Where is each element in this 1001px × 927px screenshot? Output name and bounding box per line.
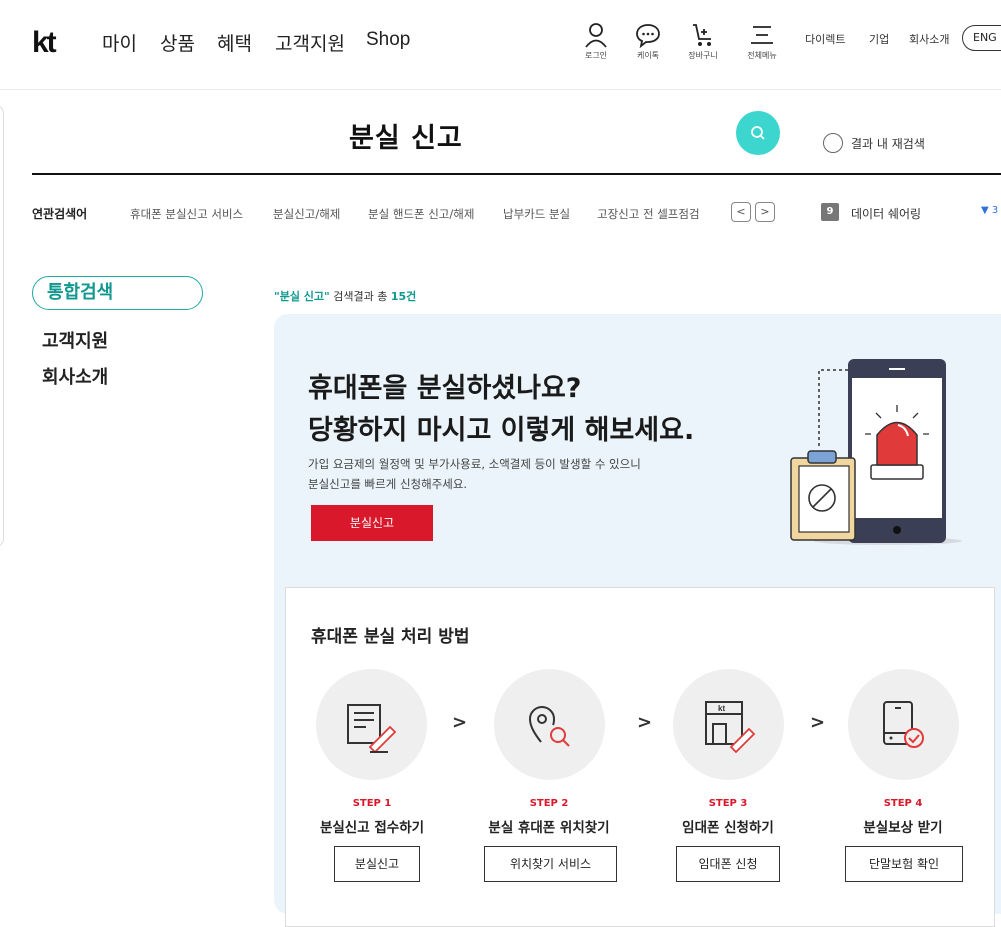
link-company[interactable]: 회사소개 (909, 31, 949, 47)
all-menu-button[interactable]: 전체메뉴 (736, 22, 788, 61)
phone-check-icon (883, 701, 924, 748)
side-panel-edge (0, 104, 4, 548)
related-keyword[interactable]: 납부카드 분실 (503, 206, 570, 222)
gnb-item-benefits[interactable]: 혜택 (217, 29, 252, 56)
research-in-results[interactable]: 결과 내 재검색 (823, 133, 925, 153)
step2-number: STEP 2 (529, 798, 569, 809)
step4-name: 분실보상 받기 (863, 820, 943, 836)
login-label: 로그인 (584, 51, 608, 60)
step2-button[interactable]: 위치찾기 서비스 (484, 846, 617, 882)
svg-text:kt: kt (718, 704, 725, 713)
step1-icon-circle (316, 669, 427, 780)
step3-button[interactable]: 임대폰 신청 (676, 846, 780, 882)
result-count: 15건 (390, 290, 417, 303)
related-next-button[interactable]: > (755, 202, 775, 222)
related-keyword[interactable]: 고장신고 전 셀프점검 (597, 206, 700, 222)
location-search-icon (528, 706, 570, 747)
menu-icon (751, 26, 773, 44)
link-direct[interactable]: 다이렉트 (805, 31, 845, 47)
banner-description-line1: 가입 요금제의 월정액 및 부가사용료, 소액결제 등이 발생할 수 있으니 (308, 457, 641, 471)
step3-number: STEP 3 (708, 798, 748, 809)
research-label: 결과 내 재검색 (851, 136, 925, 151)
cart-label: 장바구니 (688, 51, 718, 60)
process-title: 휴대폰 분실 처리 방법 (311, 627, 470, 647)
step1-button[interactable]: 분실신고 (334, 846, 420, 882)
search-underline (32, 173, 1001, 175)
ktalk-button[interactable]: 케이톡 (622, 22, 674, 61)
step3-name: 임대폰 신청하기 (682, 820, 774, 836)
gnb-item-shop[interactable]: Shop (366, 29, 410, 51)
related-keyword[interactable]: 분실 핸드폰 신고/해제 (368, 206, 474, 222)
gnb-item-products[interactable]: 상품 (160, 29, 195, 56)
result-keyword: "분실 신고" (274, 290, 330, 303)
banner-description-line2: 분실신고를 빠르게 신청해주세요. (308, 477, 468, 491)
nav-tab-company[interactable]: 회사소개 (42, 363, 108, 389)
clipboard-pen-icon (347, 704, 397, 754)
person-icon (585, 23, 607, 48)
ktalk-label: 케이톡 (636, 51, 660, 60)
kt-store-icon: kt (705, 701, 756, 754)
step4-number: STEP 4 (883, 798, 923, 809)
chat-bubble-icon (636, 24, 660, 48)
popular-rank-badge: 9 (821, 203, 839, 221)
step1-number: STEP 1 (352, 798, 392, 809)
all-menu-label: 전체메뉴 (747, 51, 777, 60)
language-toggle[interactable]: ENG (962, 25, 1001, 51)
global-header: kt 마이 상품 혜택 고객지원 Shop 로그인 케이톡 장바구니 전체메뉴 … (0, 0, 1001, 90)
related-keyword[interactable]: 휴대폰 분실신고 서비스 (130, 206, 243, 222)
research-radio[interactable] (823, 133, 843, 153)
link-enterprise[interactable]: 기업 (869, 31, 889, 47)
related-keyword[interactable]: 분실신고/해제 (273, 206, 340, 222)
search-icon (751, 126, 765, 140)
step4-button[interactable]: 단말보험 확인 (845, 846, 963, 882)
banner-title-line2: 당황하지 마시고 이렇게 해보세요. (308, 415, 695, 446)
step-arrow: > (452, 712, 468, 733)
banner-title-line1: 휴대폰을 분실하셨나요? (308, 373, 582, 404)
related-keywords-title: 연관검색어 (32, 207, 88, 221)
step-arrow: > (810, 712, 826, 733)
lost-report-button[interactable]: 분실신고 (311, 505, 433, 541)
step1-name: 분실신고 접수하기 (319, 820, 425, 836)
lost-phone-illustration (790, 359, 962, 545)
step2-name: 분실 휴대폰 위치찾기 (488, 820, 610, 836)
search-button[interactable] (736, 111, 780, 155)
step4-icon-circle (848, 669, 959, 780)
step3-icon-circle: kt (673, 669, 784, 780)
gnb-item-support[interactable]: 고객지원 (275, 29, 345, 56)
result-summary: "분실 신고" 검색결과 총 15건 (274, 288, 416, 304)
result-text: 검색결과 총 (329, 290, 391, 303)
nav-tab-all[interactable]: 통합검색 (32, 276, 203, 310)
step-arrow: > (637, 712, 653, 733)
kt-logo[interactable]: kt (32, 26, 57, 60)
nav-tab-support[interactable]: 고객지원 (42, 327, 108, 353)
rank-change: ▼ 3 (981, 205, 999, 216)
gnb-item-my[interactable]: 마이 (102, 29, 137, 56)
step2-icon-circle (494, 669, 605, 780)
related-prev-button[interactable]: < (731, 202, 751, 222)
cart-button[interactable]: 장바구니 (677, 22, 729, 61)
cart-icon (693, 24, 711, 46)
search-query[interactable]: 분실 신고 (349, 116, 463, 155)
popular-keyword[interactable]: 데이터 쉐어링 (851, 205, 921, 222)
login-button[interactable]: 로그인 (570, 22, 622, 61)
